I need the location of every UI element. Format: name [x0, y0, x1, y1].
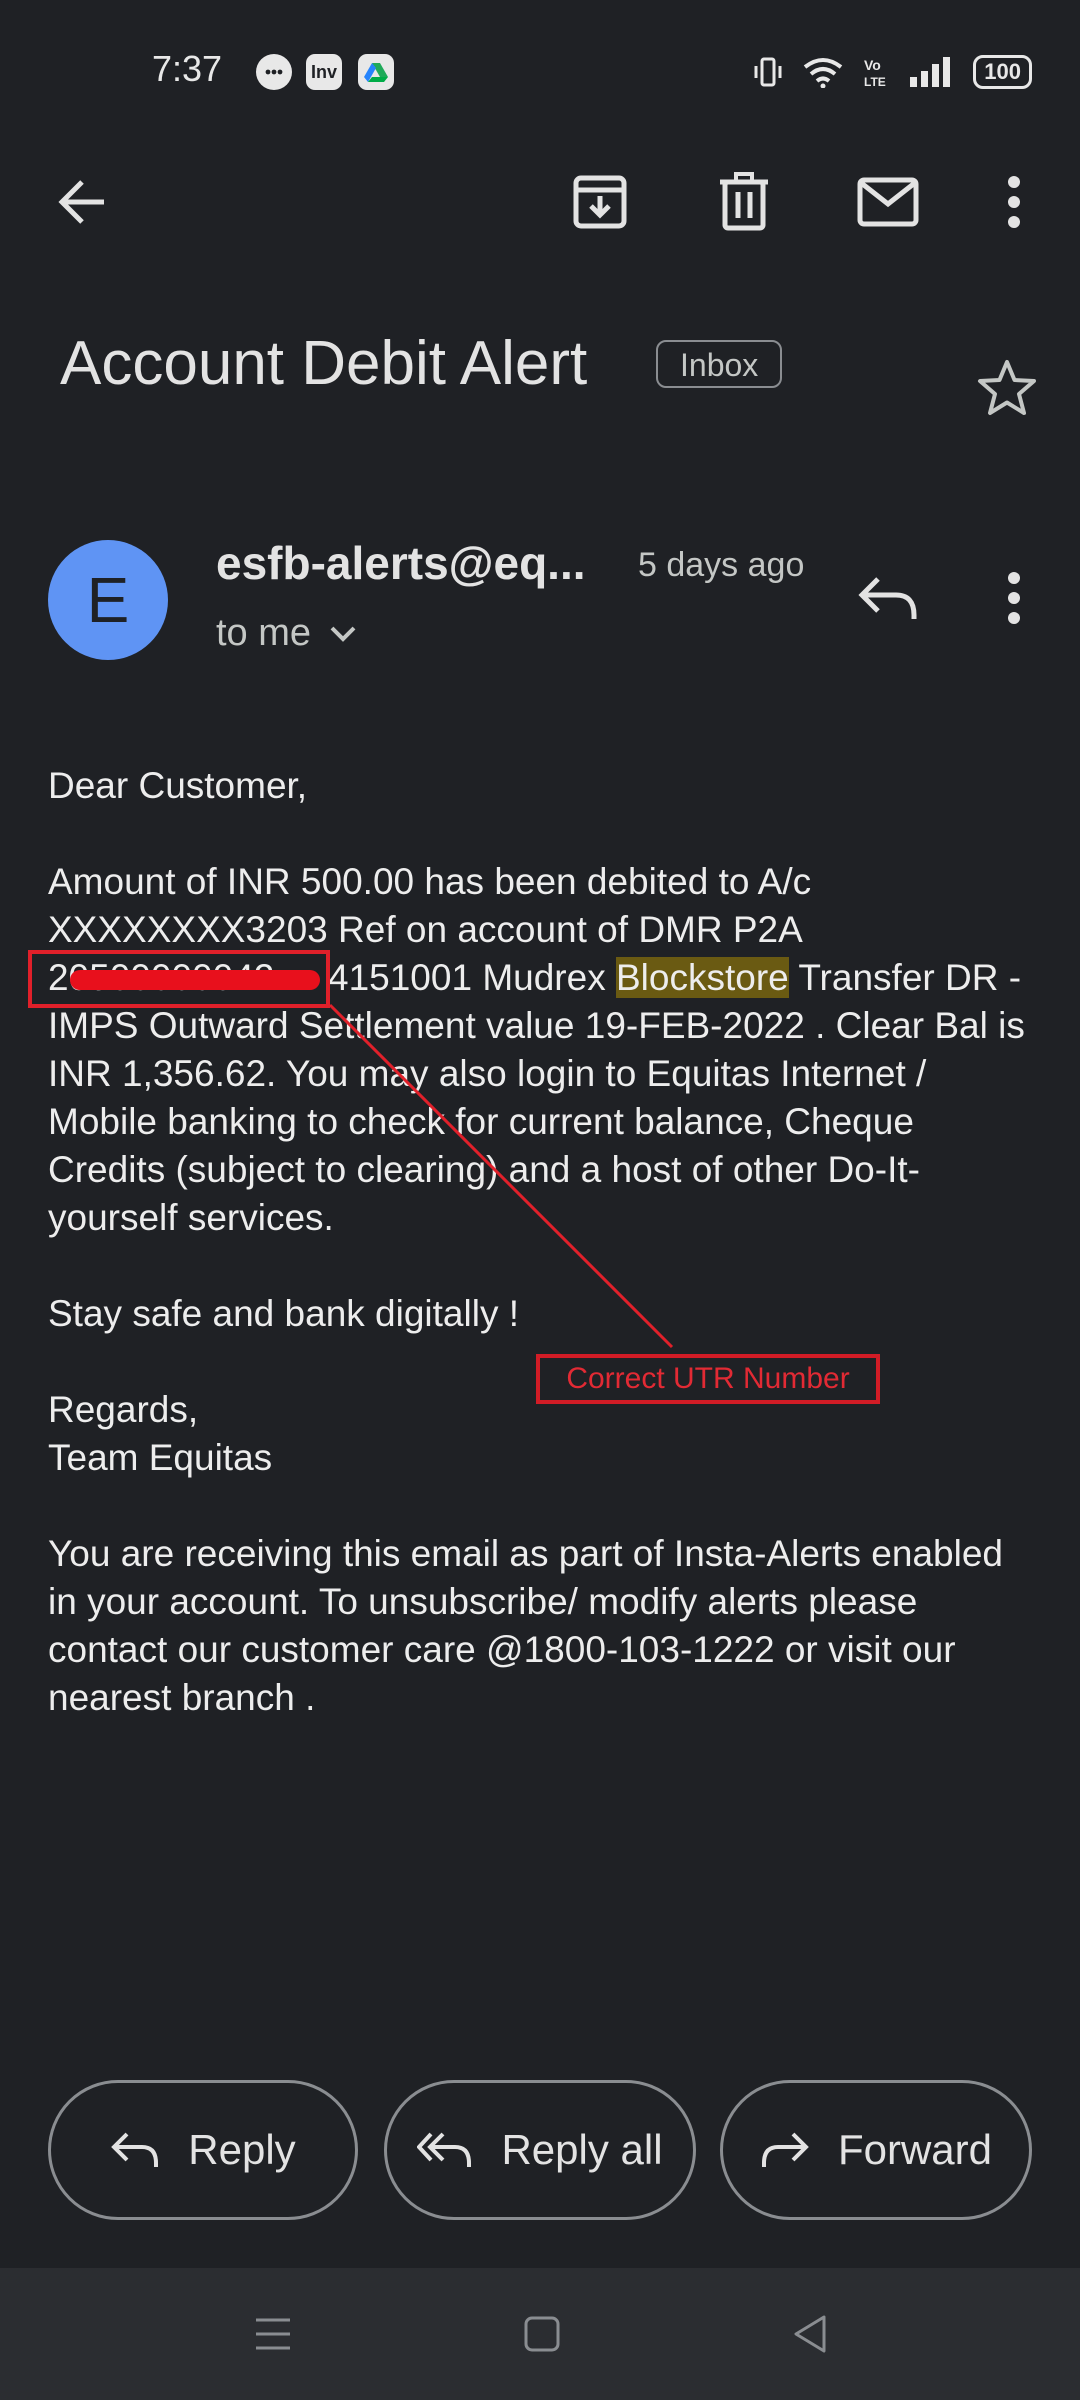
reply-button[interactable]: Reply	[48, 2080, 358, 2220]
annotation-label: Correct UTR Number	[536, 1354, 880, 1404]
reply-all-icon	[417, 2132, 472, 2167]
system-nav-bar	[0, 2268, 1080, 2400]
forward-button[interactable]: Forward	[720, 2080, 1032, 2220]
annotation-pointer-line	[328, 1003, 674, 1349]
reply-icon	[111, 2132, 159, 2167]
forward-label: Forward	[837, 2126, 993, 2173]
home-square-icon[interactable]	[524, 2316, 560, 2352]
reply-label: Reply	[188, 2126, 296, 2173]
reply-all-label: Reply all	[501, 2126, 663, 2173]
back-triangle-icon[interactable]	[792, 2314, 828, 2354]
menu-icon[interactable]	[254, 2316, 292, 2352]
reply-all-button[interactable]: Reply all	[384, 2080, 696, 2220]
annotation-highlight-box	[28, 950, 330, 1008]
forward-icon	[761, 2132, 809, 2167]
